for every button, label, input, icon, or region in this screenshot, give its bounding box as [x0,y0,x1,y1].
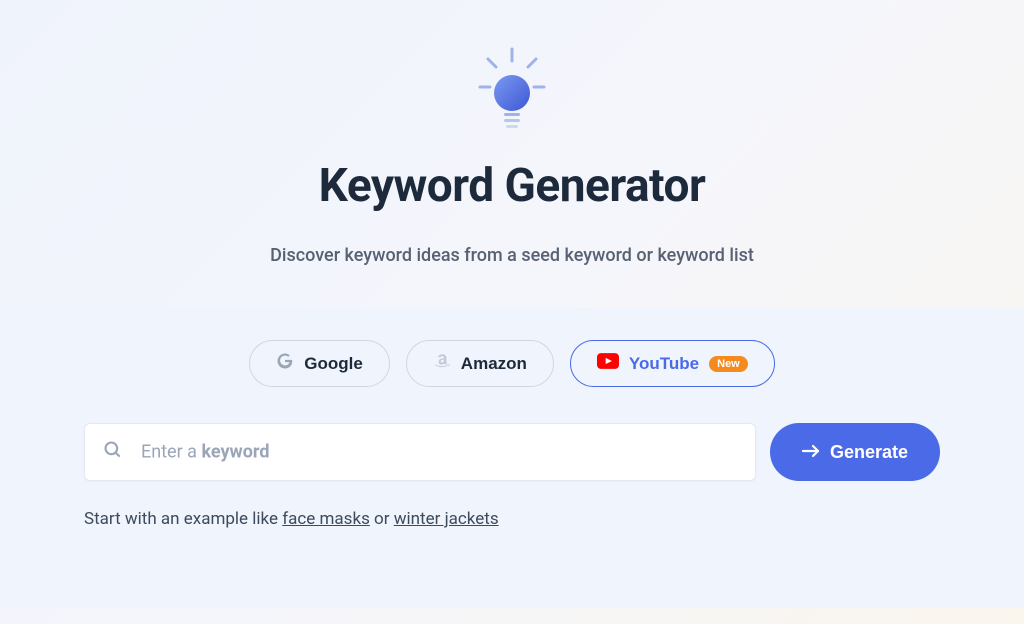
search-icon [103,440,123,464]
tab-label: Google [304,354,363,374]
amazon-icon [433,352,451,375]
new-badge: New [709,356,748,372]
search-box[interactable]: Enter a keyword [84,423,756,481]
arrow-right-icon [802,442,820,463]
tab-google[interactable]: Google [249,340,390,387]
example-text: Start with an example like face masks or… [0,509,1024,529]
hero-section: Keyword Generator Discover keyword ideas… [0,0,1024,266]
tab-amazon[interactable]: Amazon [406,340,554,387]
google-icon [276,352,294,375]
page-title: Keyword Generator [0,159,1024,213]
tab-label: YouTube [629,354,699,374]
generate-button[interactable]: Generate [770,423,940,481]
youtube-icon [597,353,619,374]
form-section: Google Amazon YouTube New [0,308,1024,608]
lightbulb-icon [476,45,548,139]
example-link-2[interactable]: winter jackets [394,509,499,529]
keyword-input[interactable] [141,442,737,463]
source-tabs: Google Amazon YouTube New [0,340,1024,387]
tab-youtube[interactable]: YouTube New [570,340,775,387]
tab-label: Amazon [461,354,527,374]
page-subtitle: Discover keyword ideas from a seed keywo… [0,245,1024,266]
generate-label: Generate [830,442,908,463]
example-link-1[interactable]: face masks [282,509,370,529]
search-row: Enter a keyword Generate [0,423,1024,481]
